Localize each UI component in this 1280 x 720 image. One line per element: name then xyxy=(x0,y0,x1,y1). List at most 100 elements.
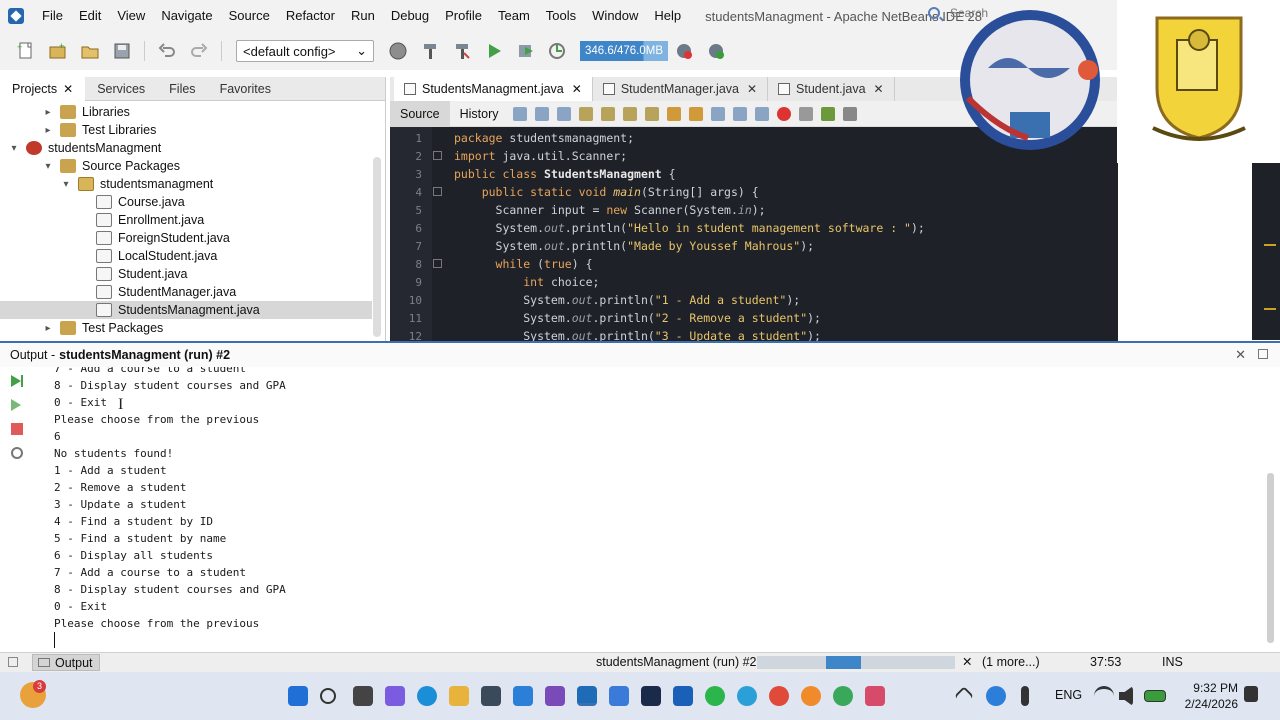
find-icon[interactable] xyxy=(578,106,593,121)
back-icon[interactable] xyxy=(534,106,549,121)
tab-studentmanager-java[interactable]: StudentManager.java ✕ xyxy=(593,77,769,101)
visual-studio-icon[interactable] xyxy=(545,686,565,706)
tree-node[interactable]: ▾ studentsmanagment xyxy=(0,175,213,193)
more-tasks-link[interactable]: (1 more...) xyxy=(982,655,1040,669)
shift-right-icon[interactable] xyxy=(754,106,769,121)
tab-favorites[interactable]: Favorites xyxy=(208,77,283,101)
menu-run[interactable]: Run xyxy=(343,0,383,32)
comment-icon[interactable] xyxy=(820,106,835,121)
shift-left-icon[interactable] xyxy=(732,106,747,121)
config-dropdown[interactable]: <default config> ⌄ xyxy=(236,40,374,62)
menu-refactor[interactable]: Refactor xyxy=(278,0,343,32)
chevron-right-icon[interactable]: ▸ xyxy=(42,323,54,334)
close-icon[interactable]: ✕ xyxy=(63,82,73,96)
settings-icon[interactable] xyxy=(9,445,25,461)
app-icon[interactable] xyxy=(609,686,629,706)
telegram-icon[interactable] xyxy=(737,686,757,706)
tab-files[interactable]: Files xyxy=(157,77,207,101)
photoshop-icon[interactable] xyxy=(641,686,661,706)
chevron-down-icon[interactable]: ▾ xyxy=(60,179,72,190)
close-icon[interactable]: ✕ xyxy=(874,82,884,96)
menu-edit[interactable]: Edit xyxy=(71,0,109,32)
history-mode-button[interactable]: History xyxy=(450,101,509,127)
file-explorer-icon[interactable] xyxy=(449,686,469,706)
chevron-down-icon[interactable]: ▾ xyxy=(42,161,54,172)
tree-node[interactable]: Enrollment.java xyxy=(0,211,204,229)
uncomment-icon[interactable] xyxy=(842,106,857,121)
menu-window[interactable]: Window xyxy=(584,0,646,32)
menu-view[interactable]: View xyxy=(109,0,153,32)
running-task-label[interactable]: studentsManagment (run) #2 xyxy=(596,655,757,669)
forward-icon[interactable] xyxy=(556,106,571,121)
whatsapp-icon[interactable] xyxy=(705,686,725,706)
tree-node[interactable]: Course.java xyxy=(0,193,185,211)
save-all-icon[interactable] xyxy=(111,40,133,62)
language-indicator[interactable]: ENG xyxy=(1055,688,1082,702)
microphone-icon[interactable] xyxy=(1021,686,1029,706)
find-next-icon[interactable] xyxy=(622,106,637,121)
chrome-alt-icon[interactable] xyxy=(833,686,853,706)
tree-node[interactable]: StudentsManagment.java xyxy=(0,301,372,319)
notifications-icon[interactable] xyxy=(1244,686,1258,702)
menu-source[interactable]: Source xyxy=(221,0,278,32)
tree-node[interactable]: StudentManager.java xyxy=(0,283,236,301)
new-file-icon[interactable]: + xyxy=(15,40,37,62)
maximize-icon[interactable] xyxy=(1258,349,1268,359)
tree-node[interactable]: ▸ Libraries xyxy=(0,103,130,121)
tree-node[interactable]: LocalStudent.java xyxy=(0,247,217,265)
last-edit-icon[interactable] xyxy=(512,106,527,121)
vscode-icon[interactable] xyxy=(513,686,533,706)
tree-node[interactable]: ▾ studentsManagment xyxy=(0,139,161,157)
menu-navigate[interactable]: Navigate xyxy=(153,0,220,32)
menu-profile[interactable]: Profile xyxy=(437,0,490,32)
find-previous-icon[interactable] xyxy=(600,106,615,121)
new-project-icon[interactable]: + xyxy=(47,40,69,62)
debug-icon[interactable] xyxy=(515,40,537,62)
tree-node[interactable]: ForeignStudent.java xyxy=(0,229,230,247)
tab-studentsmanagment-java[interactable]: StudentsManagment.java ✕ xyxy=(394,77,593,101)
toggle-highlight-icon[interactable] xyxy=(644,106,659,121)
chevron-right-icon[interactable]: ▸ xyxy=(42,107,54,118)
next-bookmark-icon[interactable] xyxy=(688,106,703,121)
close-icon[interactable]: ✕ xyxy=(747,82,757,96)
profile-icon[interactable] xyxy=(547,40,569,62)
snipping-icon[interactable] xyxy=(865,686,885,706)
output-console[interactable]: 7 - Add a course to a student 8 - Display… xyxy=(54,367,1254,647)
fold-toggle-icon[interactable] xyxy=(433,187,442,196)
close-icon[interactable]: ✕ xyxy=(1235,347,1246,363)
chrome-icon[interactable] xyxy=(769,686,789,706)
store-icon[interactable] xyxy=(481,686,501,706)
wifi-icon[interactable] xyxy=(1094,686,1114,706)
rerun-icon[interactable] xyxy=(9,373,25,389)
gc-stop-icon[interactable] xyxy=(705,40,727,62)
speaker-icon[interactable] xyxy=(1119,686,1133,706)
redo-icon[interactable] xyxy=(188,40,210,62)
copilot-icon[interactable] xyxy=(385,686,405,706)
editor-error-stripe[interactable] xyxy=(1252,160,1280,340)
code-area[interactable]: 1 2 3 4 5 6 7 8 9 10 11 12 package studentsmanagmen… xyxy=(390,127,1118,343)
build-hammer-icon[interactable] xyxy=(419,40,441,62)
start-icon[interactable] xyxy=(288,686,308,706)
edge-icon[interactable] xyxy=(417,686,437,706)
minimized-panels-icon[interactable] xyxy=(8,657,18,667)
gc-icon[interactable] xyxy=(673,40,695,62)
close-icon[interactable]: ✕ xyxy=(572,82,582,96)
tree-node[interactable]: Student.java xyxy=(0,265,188,283)
undo-icon[interactable] xyxy=(156,40,178,62)
fold-toggle-icon[interactable] xyxy=(433,259,442,268)
tab-services[interactable]: Services xyxy=(85,77,157,101)
output-minimized-tab[interactable]: Output xyxy=(32,654,100,671)
output-scrollbar[interactable] xyxy=(1267,473,1274,643)
menu-team[interactable]: Team xyxy=(490,0,538,32)
toggle-bookmark-icon[interactable] xyxy=(710,106,725,121)
chevron-right-icon[interactable]: ▸ xyxy=(42,125,54,136)
globe-icon[interactable] xyxy=(387,40,409,62)
menu-file[interactable]: File xyxy=(34,0,71,32)
battery-icon[interactable] xyxy=(1144,690,1166,702)
chevron-up-icon[interactable] xyxy=(954,686,974,706)
menu-tools[interactable]: Tools xyxy=(538,0,584,32)
clock[interactable]: 9:32 PM 2/24/2026 xyxy=(1180,680,1238,712)
onedrive-icon[interactable] xyxy=(986,686,1006,706)
tab-student-java[interactable]: Student.java ✕ xyxy=(768,77,895,101)
fold-toggle-icon[interactable] xyxy=(433,151,442,160)
